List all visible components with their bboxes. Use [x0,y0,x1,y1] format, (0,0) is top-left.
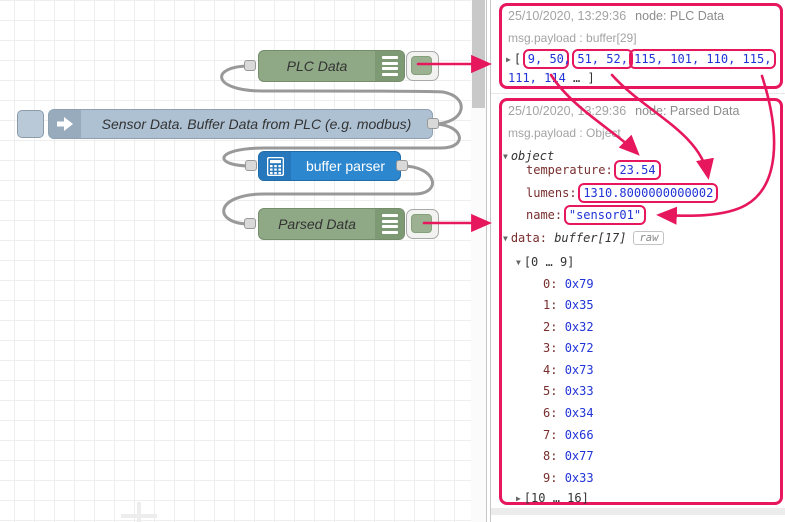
flow-canvas[interactable]: PLC Data Sensor Data. Buffer Data from P… [0,0,471,522]
msg2-property: msg.payload : Object [508,126,621,140]
node-inject-label: Sensor Data. Buffer Data from PLC (e.g. … [102,116,412,132]
node-plc-data-label: PLC Data [287,58,348,74]
temperature-row: temperature: 23.54 [526,163,655,177]
parser-input-port[interactable] [245,160,257,171]
byte-row: 1: 0x35 [543,298,594,312]
plc-debug-toggle-knob [411,56,432,75]
name-row: name: "sensor01" [526,208,641,222]
byte-row: 7: 0x66 [543,428,594,442]
byte-row: 4: 0x73 [543,363,594,377]
canvas-vertical-scrollbar[interactable] [471,0,486,522]
object-root-label: object [511,149,554,163]
byte-row: 2: 0x32 [543,320,594,334]
calculator-icon [267,157,284,176]
parsed-debug-enable-toggle[interactable] [406,209,439,239]
message-separator [491,508,785,515]
inject-output-port[interactable] [427,118,439,129]
node-sensor-data-inject[interactable]: Sensor Data. Buffer Data from PLC (e.g. … [48,109,433,139]
node-buffer-parser[interactable]: buffer parser [258,151,401,181]
inject-arrow-icon [57,117,73,131]
msg2-timestamp: 25/10/2020, 13:29:36 [508,104,626,118]
debug-sidebar: 25/10/2020, 13:29:36 node: PLC Data msg.… [491,0,785,522]
debug-messages-icon [382,214,398,234]
msg1-source-node-link[interactable]: node: PLC Data [635,9,724,23]
msg2-source-node-link[interactable]: node: Parsed Data [635,104,739,118]
byte-range-0-9-row: ▼[0 … 9] [516,255,574,269]
byte-row: 5: 0x33 [543,384,594,398]
hl-temperature-value: 23.54 [614,160,660,180]
collapse-caret-icon[interactable]: ▼ [516,258,521,267]
plc-debug-enable-toggle[interactable] [406,51,439,81]
hl-name-value: "sensor01" [564,205,646,225]
node-red-window: PLC Data Sensor Data. Buffer Data from P… [0,0,785,522]
grid-mark [121,514,157,518]
buffer-type-label: buffer[17] [554,231,626,245]
byte-row: 8: 0x77 [543,449,594,463]
hl-lumens-value: 1310.8000000000002 [578,183,718,203]
msg1-property: msg.payload : buffer[29] [508,31,637,45]
parser-output-port[interactable] [396,160,408,171]
byte-row: 6: 0x34 [543,406,594,420]
object-root-row: ▼object [503,149,554,163]
collapse-caret-icon[interactable]: ▼ [503,234,508,243]
data-buffer-row: ▼data: buffer[17]raw [503,231,664,245]
raw-button[interactable]: raw [633,231,664,245]
expand-caret-icon[interactable]: ▶ [516,494,521,503]
byte-range-10-16-row: ▶[10 … 16] [516,491,589,505]
inject-button[interactable] [17,110,44,138]
msg1-buffer-preview-line1: ▶[ 9, 50, 51, 52, 115, 101, 110, 115, [506,52,771,66]
byte-row: 0: 0x79 [543,277,594,291]
hl-bytes-name: 115, 101, 110, 115, [629,49,776,69]
node-parsed-data[interactable]: Parsed Data [258,208,405,240]
grid-mark [137,502,141,522]
plc-debug-input-port[interactable] [244,60,256,71]
byte-row: 3: 0x72 [543,341,594,355]
hl-bytes-temperature: 9, 50 [523,49,569,69]
parsed-debug-toggle-knob [411,214,432,233]
message-separator [491,93,785,94]
hl-bytes-lumens: 51, 52, [572,49,633,69]
lumens-row: lumens: 1310.8000000000002 [526,186,713,200]
expand-caret-icon[interactable]: ▶ [506,55,511,64]
debug-messages-icon [382,56,398,76]
node-parsed-data-label: Parsed Data [278,216,356,232]
byte-row: 9: 0x33 [543,471,594,485]
scrollbar-thumb[interactable] [472,0,485,108]
node-parser-label: buffer parser [306,158,385,174]
node-plc-data[interactable]: PLC Data [258,50,405,82]
msg1-buffer-preview-line2: 111, 114 … ] [508,71,595,85]
collapse-caret-icon[interactable]: ▼ [503,152,508,161]
parsed-debug-input-port[interactable] [244,218,256,229]
msg1-timestamp: 25/10/2020, 13:29:36 [508,9,626,23]
